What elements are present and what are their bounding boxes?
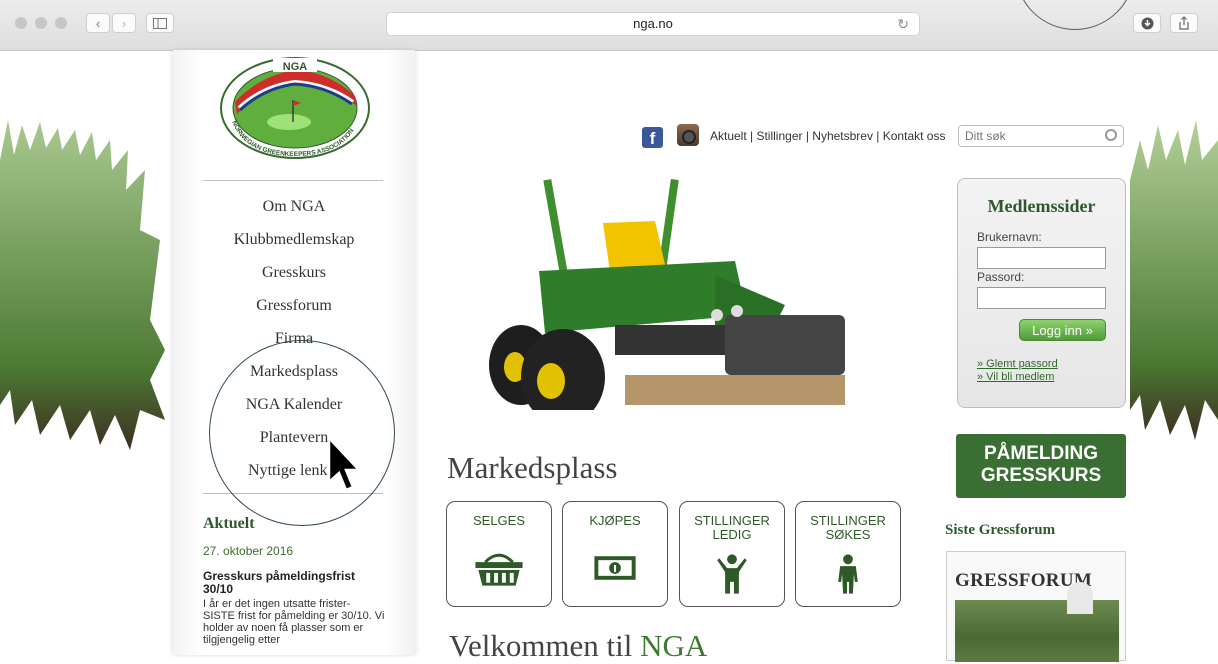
password-label: Passord: xyxy=(977,270,1025,284)
news-heading: Aktuelt xyxy=(203,515,255,532)
nav-item-klubbmedlemskap[interactable]: Klubbmedlemskap xyxy=(173,223,415,256)
chevron-right-icon: › xyxy=(121,15,127,31)
tile-label: KJØPES xyxy=(589,513,641,528)
chevron-left-icon: ‹ xyxy=(95,15,101,31)
main-navigation: Om NGA Klubbmedlemskap Gresskurs Gressfo… xyxy=(173,190,415,487)
reload-icon[interactable]: ↻ xyxy=(897,13,909,35)
gressforum-cover[interactable]: GRESSFORUM xyxy=(946,551,1126,662)
latest-gressforum-heading: Siste Gressforum xyxy=(945,522,1056,538)
tile-selges[interactable]: SELGES xyxy=(446,501,552,607)
facebook-icon[interactable]: f xyxy=(642,127,663,148)
welcome-heading: Velkommen til NGA xyxy=(449,628,707,664)
nav-item-nga-kalender[interactable]: NGA Kalender xyxy=(173,388,415,421)
signup-line1: PÅMELDING xyxy=(984,443,1098,464)
search-input[interactable] xyxy=(958,125,1124,147)
basket-icon xyxy=(475,553,523,586)
nav-item-firma[interactable]: Firma xyxy=(173,322,415,355)
cover-photo xyxy=(955,600,1119,662)
zoom-window-button[interactable] xyxy=(55,17,67,29)
person-arms-up-icon xyxy=(717,554,747,594)
url-text: nga.no xyxy=(633,16,673,31)
divider xyxy=(203,180,383,181)
course-signup-button[interactable]: PÅMELDING GRESSKURS xyxy=(956,434,1126,498)
forward-button[interactable]: › xyxy=(112,13,136,33)
marketplace-heading: Markedsplass xyxy=(447,450,618,485)
username-input[interactable] xyxy=(977,247,1106,269)
sidebar-toggle-button[interactable] xyxy=(146,13,174,33)
mower-image xyxy=(489,178,845,410)
person-icon xyxy=(838,554,858,594)
login-button[interactable]: Logg inn » xyxy=(1019,319,1106,341)
sidebar-icon xyxy=(153,17,167,29)
tile-stillinger-ledig[interactable]: STILLINGER LEDIG xyxy=(679,501,785,607)
cover-person xyxy=(1067,582,1093,614)
username-label: Brukernavn: xyxy=(977,230,1042,244)
tile-stillinger-sokes[interactable]: STILLINGER SØKES xyxy=(795,501,901,607)
nav-item-markedsplass[interactable]: Markedsplass xyxy=(173,355,415,388)
news-title[interactable]: Gresskurs påmeldingsfrist 30/10 xyxy=(203,570,383,596)
signup-line2: GRESSKURS xyxy=(980,465,1102,486)
welcome-prefix: Velkommen til xyxy=(449,628,641,663)
member-login-title: Medlemssider xyxy=(987,196,1096,216)
forgot-password-link[interactable]: » Glemt passord xyxy=(977,358,1058,370)
grass-right-decoration xyxy=(1130,120,1218,440)
nga-logo[interactable]: NGA NORWEGIAN GREENKEEPERS ASSOCIATION xyxy=(219,56,371,160)
share-icon xyxy=(1179,16,1189,30)
grass-left-decoration xyxy=(0,120,165,450)
download-icon xyxy=(1141,17,1153,29)
nav-item-om-nga[interactable]: Om NGA xyxy=(173,190,415,223)
tile-kjopes[interactable]: KJØPES xyxy=(562,501,668,607)
nav-item-nyttige-lenker[interactable]: Nyttige lenker xyxy=(173,454,415,487)
nav-item-gressforum[interactable]: Gressforum xyxy=(173,289,415,322)
banknote-icon xyxy=(594,556,636,580)
welcome-brand: NGA xyxy=(640,628,708,663)
left-sidebar: NGA NORWEGIAN GREENKEEPERS ASSOCIATION O… xyxy=(173,50,415,655)
mouse-pointer-icon xyxy=(327,436,362,492)
nav-item-plantevern[interactable]: Plantevern xyxy=(173,421,415,454)
password-input[interactable] xyxy=(977,287,1106,309)
nav-item-gresskurs[interactable]: Gresskurs xyxy=(173,256,415,289)
share-button[interactable] xyxy=(1170,13,1198,33)
tile-label: SELGES xyxy=(472,513,526,528)
tile-label: STILLINGER LEDIG xyxy=(694,513,770,542)
minimize-window-button[interactable] xyxy=(35,17,47,29)
close-window-button[interactable] xyxy=(15,17,27,29)
logo-nga-text: NGA xyxy=(283,61,308,73)
search-icon[interactable] xyxy=(1105,129,1117,141)
become-member-link[interactable]: » Vil bli medlem xyxy=(977,371,1054,383)
downloads-button[interactable] xyxy=(1133,13,1161,33)
tile-label: STILLINGER SØKES xyxy=(810,513,886,542)
instagram-icon[interactable] xyxy=(677,124,699,146)
news-date: 27. oktober 2016 xyxy=(203,544,294,558)
news-excerpt: I år er det ingen utsatte frister- SISTE… xyxy=(203,598,385,646)
member-login-panel: Medlemssider Brukernavn: Passord: Logg i… xyxy=(957,178,1126,408)
top-links[interactable]: Aktuelt | Stillinger | Nyhetsbrev | Kont… xyxy=(710,129,945,143)
back-button[interactable]: ‹ xyxy=(86,13,110,33)
address-bar[interactable]: nga.no ↻ xyxy=(386,12,920,36)
